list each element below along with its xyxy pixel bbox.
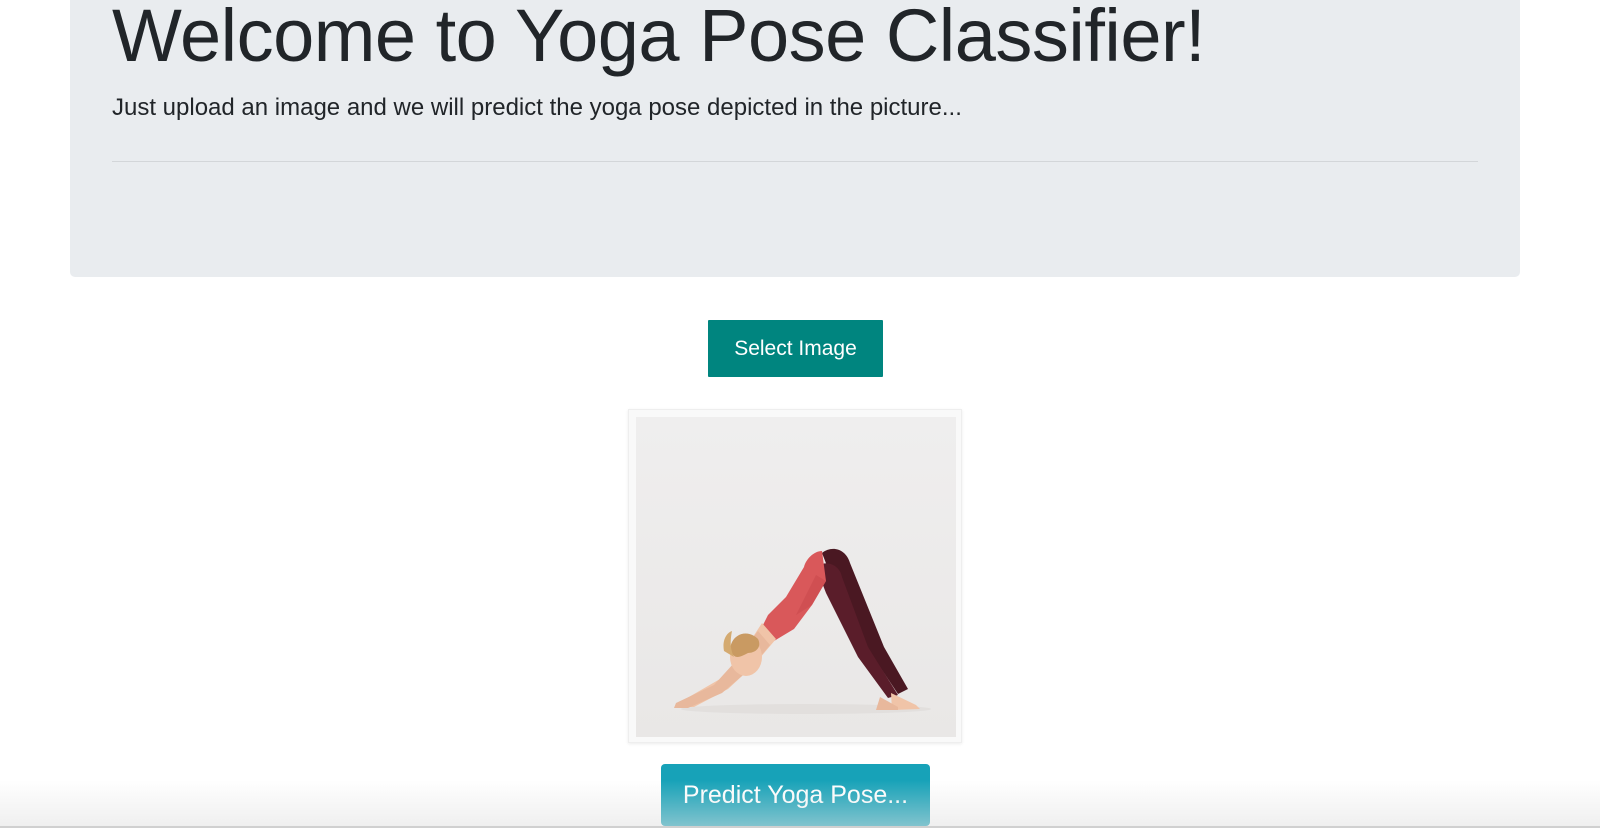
select-image-button[interactable]: Select Image (708, 320, 883, 377)
page-title: Welcome to Yoga Pose Classifier! (112, 0, 1206, 77)
predict-yoga-pose-button[interactable]: Predict Yoga Pose... (661, 764, 930, 826)
yoga-pose-photo (636, 417, 956, 737)
page-lead: Just upload an image and we will predict… (112, 94, 962, 121)
page: Welcome to Yoga Pose Classifier! Just up… (0, 0, 1600, 828)
divider (112, 161, 1478, 162)
jumbotron: Welcome to Yoga Pose Classifier! Just up… (70, 0, 1520, 277)
image-preview (628, 409, 962, 743)
